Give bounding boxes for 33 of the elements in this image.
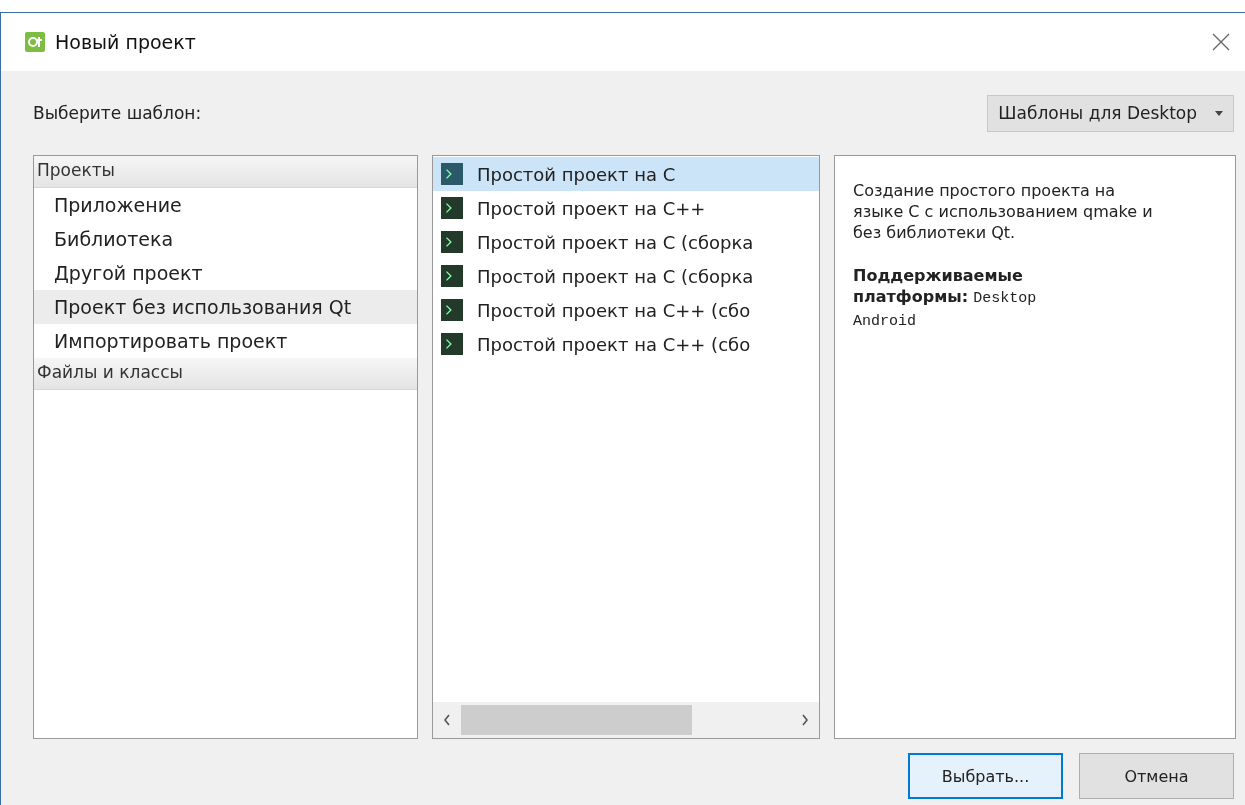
category-header[interactable]: Проекты bbox=[34, 156, 417, 188]
platforms-text: Поддерживаемые платформы: Desktop Android bbox=[853, 265, 1038, 332]
scroll-left-icon[interactable] bbox=[443, 714, 451, 726]
close-icon[interactable] bbox=[1211, 32, 1231, 52]
template-item[interactable]: Простой проект на C++ (сбо bbox=[433, 327, 819, 361]
caret-icon bbox=[1215, 110, 1223, 116]
template-item[interactable]: Простой проект на C bbox=[433, 157, 819, 191]
category-item[interactable]: Проект без использования Qt bbox=[34, 290, 417, 324]
window-title: Новый проект bbox=[55, 31, 197, 53]
category-item[interactable]: Другой проект bbox=[34, 256, 417, 290]
terminal-icon bbox=[441, 197, 463, 219]
template-item[interactable]: Простой проект на C++ bbox=[433, 191, 819, 225]
category-item[interactable]: Импортировать проект bbox=[34, 324, 417, 358]
template-item[interactable]: Простой проект на C (сборка bbox=[433, 225, 819, 259]
app-logo-icon bbox=[25, 32, 45, 52]
terminal-icon bbox=[441, 333, 463, 355]
terminal-icon bbox=[441, 299, 463, 321]
dialog-button[interactable]: Выбрать... bbox=[908, 753, 1063, 799]
category-item[interactable]: Приложение bbox=[34, 188, 417, 222]
description-text: Создание простого проекта на языке C с использованием qmake и без библиотеки Qt. bbox=[853, 180, 1153, 243]
template-item[interactable]: Простой проект на C (сборка bbox=[433, 259, 819, 293]
terminal-icon bbox=[441, 265, 463, 287]
horizontal-scrollbar[interactable] bbox=[433, 702, 819, 738]
terminal-icon bbox=[441, 163, 463, 185]
scrollbar-thumb[interactable] bbox=[461, 705, 692, 735]
prompt-label: Выберите шаблон: bbox=[33, 103, 202, 123]
dialog-button[interactable]: Отмена bbox=[1079, 753, 1234, 799]
template-filter-dropdown[interactable]: Шаблоны для Desktop bbox=[987, 94, 1234, 132]
template-item[interactable]: Простой проект на C++ (сбо bbox=[433, 293, 819, 327]
category-header[interactable]: Файлы и классы bbox=[34, 358, 417, 390]
terminal-icon bbox=[441, 231, 463, 253]
category-item[interactable]: Библиотека bbox=[34, 222, 417, 256]
scroll-right-icon[interactable] bbox=[801, 714, 809, 726]
